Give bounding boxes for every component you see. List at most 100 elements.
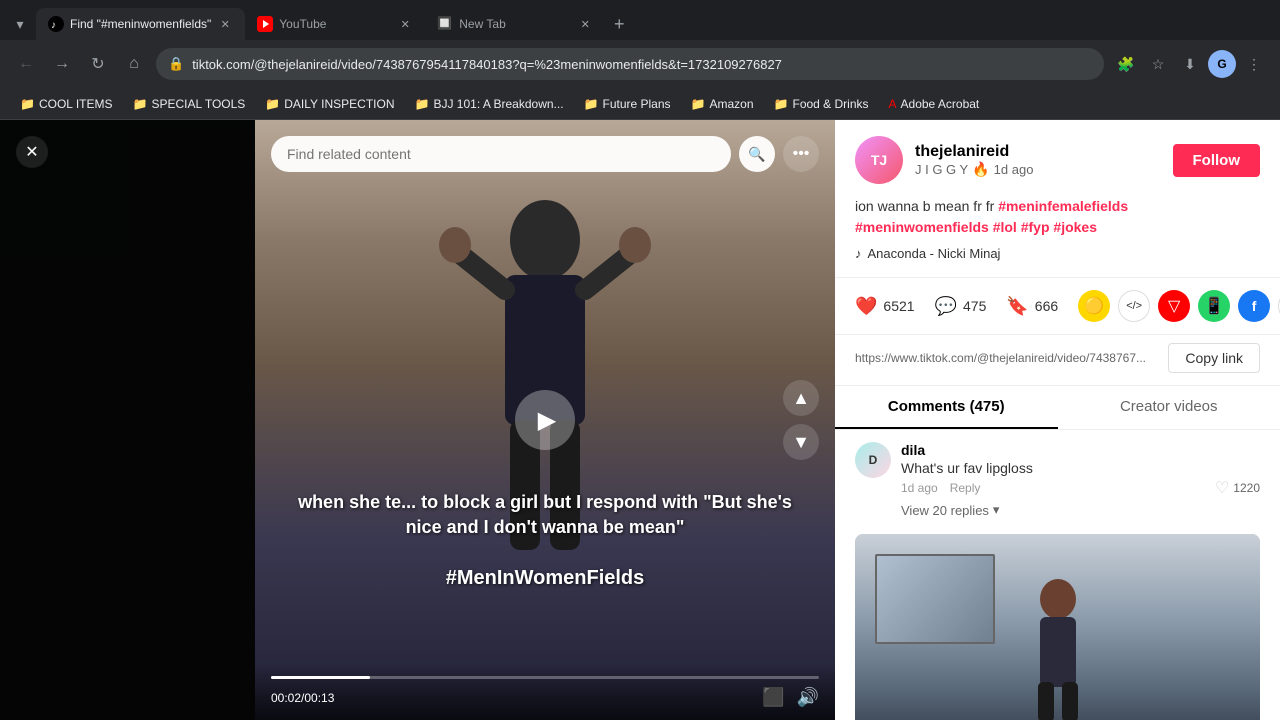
- hashtag-1[interactable]: #meninfemalefields: [998, 198, 1128, 214]
- copy-link-button[interactable]: Copy link: [1168, 343, 1260, 373]
- bookmark-future-plans[interactable]: 📁 Future Plans: [576, 95, 679, 113]
- tab-newtab[interactable]: 🔲 New Tab ✕: [425, 8, 605, 40]
- youtube-tab-icon: [257, 16, 273, 32]
- play-button[interactable]: ▶: [515, 390, 575, 450]
- search-button[interactable]: 🔍: [739, 136, 775, 172]
- tab-comments[interactable]: Comments (475): [835, 386, 1058, 429]
- bookmark-label: BJJ 101: A Breakdown...: [433, 97, 563, 111]
- bookmark-bjj[interactable]: 📁 BJJ 101: A Breakdown...: [407, 95, 572, 113]
- whatsapp-icon: 📱: [1204, 296, 1224, 316]
- profile-button[interactable]: G: [1208, 50, 1236, 78]
- hashtag-4[interactable]: #fyp: [1021, 219, 1050, 235]
- next-video-button[interactable]: ▼: [783, 424, 819, 460]
- share-red-button[interactable]: ▽: [1158, 290, 1190, 322]
- previous-video-button[interactable]: ▲: [783, 380, 819, 416]
- progress-fill: [271, 676, 370, 679]
- tab-list-button[interactable]: ▾: [8, 12, 32, 36]
- hashtag-3[interactable]: #lol: [993, 219, 1017, 235]
- reply-button[interactable]: Reply: [950, 481, 981, 495]
- video-hashtag: #MenInWomenFields: [255, 567, 835, 590]
- bookmark-adobe[interactable]: A Adobe Acrobat: [881, 95, 988, 113]
- url-bar[interactable]: 🔒 tiktok.com/@thejelanireid/video/743876…: [156, 48, 1104, 80]
- tab-creator-videos[interactable]: Creator videos: [1058, 386, 1280, 429]
- tiktok-tab-close[interactable]: ✕: [217, 16, 233, 32]
- share-yellow-button[interactable]: 🟡: [1078, 290, 1110, 322]
- bookmark-food-drinks[interactable]: 📁 Food & Drinks: [766, 95, 877, 113]
- video-caption: when she te... to block a girl but I res…: [255, 490, 835, 540]
- left-overlay: ✕: [0, 120, 255, 720]
- tab-tiktok[interactable]: ♪ Find "#meninwomenfields" ✕: [36, 8, 245, 40]
- main-content: ✕ 🔍 •••: [0, 120, 1280, 720]
- forward-button[interactable]: →: [48, 50, 76, 78]
- navigation-arrows: ▲ ▼: [783, 380, 819, 460]
- youtube-tab-title: YouTube: [279, 17, 391, 31]
- creator-section: TJ thejelanireid J I G G Y 🔥 1d ago Foll…: [835, 120, 1280, 278]
- folder-icon: 📁: [774, 97, 789, 111]
- share-icons: 🟡 </> ▽ 📱 f ↗: [1078, 290, 1280, 322]
- home-button[interactable]: ⌂: [120, 50, 148, 78]
- hashtag-2[interactable]: #meninwomenfields: [855, 219, 989, 235]
- new-tab-button[interactable]: +: [605, 10, 633, 38]
- find-related-input[interactable]: [271, 136, 731, 172]
- bookmark-daily-inspection[interactable]: 📁 DAILY INSPECTION: [257, 95, 402, 113]
- music-note-icon: ♪: [855, 246, 862, 261]
- comments-count: 475: [963, 298, 986, 314]
- volume-button[interactable]: 🔊: [797, 687, 819, 708]
- comment-body: dila What's ur fav lipgloss 1d ago Reply…: [901, 442, 1260, 518]
- copy-link-row: https://www.tiktok.com/@thejelanireid/vi…: [835, 335, 1280, 386]
- comment-meta: 1d ago Reply ♡ 1220: [901, 478, 1260, 498]
- right-panel: TJ thejelanireid J I G G Y 🔥 1d ago Foll…: [835, 120, 1280, 720]
- bookmark-amazon[interactable]: 📁 Amazon: [683, 95, 762, 113]
- folder-icon: 📁: [691, 97, 706, 111]
- adobe-icon: A: [889, 97, 897, 111]
- folder-icon: 📁: [584, 97, 599, 111]
- newtab-close[interactable]: ✕: [577, 16, 593, 32]
- more-options-button[interactable]: ⋮: [1240, 50, 1268, 78]
- like-icon[interactable]: ♡: [1215, 478, 1229, 498]
- share-code-button[interactable]: </>: [1118, 290, 1150, 322]
- caption-button[interactable]: ⬛: [762, 687, 784, 708]
- bookmark-cool-items[interactable]: 📁 COOL ITEMS: [12, 95, 121, 113]
- stats-row: ❤️ 6521 💬 475 🔖 666 🟡 </> ▽: [835, 278, 1280, 335]
- video-player[interactable]: when she te... to block a girl but I res…: [255, 120, 835, 720]
- share-facebook-button[interactable]: f: [1238, 290, 1270, 322]
- follow-button[interactable]: Follow: [1173, 144, 1261, 177]
- progress-bar[interactable]: [271, 676, 819, 679]
- likes-stat: ❤️ 6521: [855, 296, 915, 317]
- extensions-button[interactable]: 🧩: [1112, 50, 1140, 78]
- creator-info: TJ thejelanireid J I G G Y 🔥 1d ago: [855, 136, 1033, 184]
- music-info: ♪ Anaconda - Nicki Minaj: [855, 246, 1260, 261]
- bookmark-button[interactable]: ☆: [1144, 50, 1172, 78]
- reload-button[interactable]: ↻: [84, 50, 112, 78]
- commenter-avatar: D: [855, 442, 891, 478]
- video-controls: 00:02/00:13 ⬛ 🔊: [255, 664, 835, 720]
- lock-icon: 🔒: [168, 56, 184, 72]
- comments-section: D dila What's ur fav lipgloss 1d ago Rep…: [835, 430, 1280, 720]
- back-button[interactable]: ←: [12, 50, 40, 78]
- bookmark-special-tools[interactable]: 📁 SPECIAL TOOLS: [125, 95, 254, 113]
- tiktok-tab-icon: ♪: [48, 16, 64, 32]
- facebook-icon: f: [1252, 298, 1257, 314]
- bookmark-label: COOL ITEMS: [39, 97, 113, 111]
- creator-details: thejelanireid J I G G Y 🔥 1d ago: [915, 143, 1033, 178]
- bookmark-label: Future Plans: [603, 97, 671, 111]
- download-button[interactable]: ⬇: [1176, 50, 1204, 78]
- view-replies-button[interactable]: View 20 replies ▾: [901, 502, 1260, 518]
- hashtag-5[interactable]: #jokes: [1053, 219, 1097, 235]
- close-button[interactable]: ✕: [16, 136, 48, 168]
- thumbnail-figure: [1008, 574, 1108, 720]
- svg-text:♪: ♪: [51, 20, 56, 31]
- newtab-title: New Tab: [459, 17, 571, 31]
- controls-row: 00:02/00:13 ⬛ 🔊: [271, 687, 819, 708]
- secondary-video-thumbnail[interactable]: [855, 534, 1260, 720]
- bookmarks-count: 666: [1035, 298, 1058, 314]
- bookmarks-stat: 🔖 666: [1006, 296, 1058, 317]
- time-display: 00:02/00:13: [271, 691, 334, 705]
- share-whatsapp-button[interactable]: 📱: [1198, 290, 1230, 322]
- folder-icon: 📁: [415, 97, 430, 111]
- heart-icon: ❤️: [855, 296, 877, 317]
- youtube-tab-close[interactable]: ✕: [397, 16, 413, 32]
- tab-youtube[interactable]: YouTube ✕: [245, 8, 425, 40]
- more-button[interactable]: •••: [783, 136, 819, 172]
- likes-count: 6521: [883, 298, 914, 314]
